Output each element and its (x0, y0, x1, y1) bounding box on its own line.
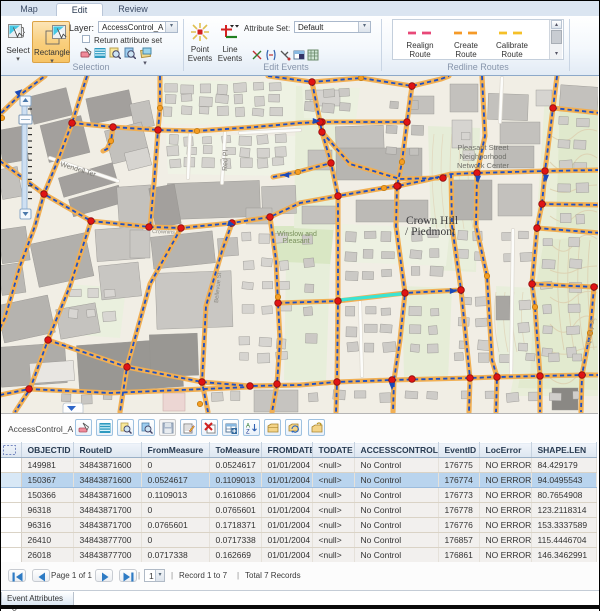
svg-text:/ Piedmont: / Piedmont (405, 226, 456, 238)
svg-text:}: } (22, 26, 26, 38)
svg-text:Pleasant Street: Pleasant Street (457, 143, 509, 152)
svg-text:Winslow and: Winslow and (277, 231, 317, 238)
svg-text:Z: Z (246, 430, 250, 435)
svg-text:Network Center: Network Center (457, 161, 510, 170)
svg-text:Red Pl: Red Pl (222, 149, 230, 171)
svg-text:Crownins: Crownins (152, 229, 175, 236)
svg-text:Pleasant: Pleasant (282, 238, 309, 245)
svg-text:Neighborhood: Neighborhood (459, 152, 506, 161)
